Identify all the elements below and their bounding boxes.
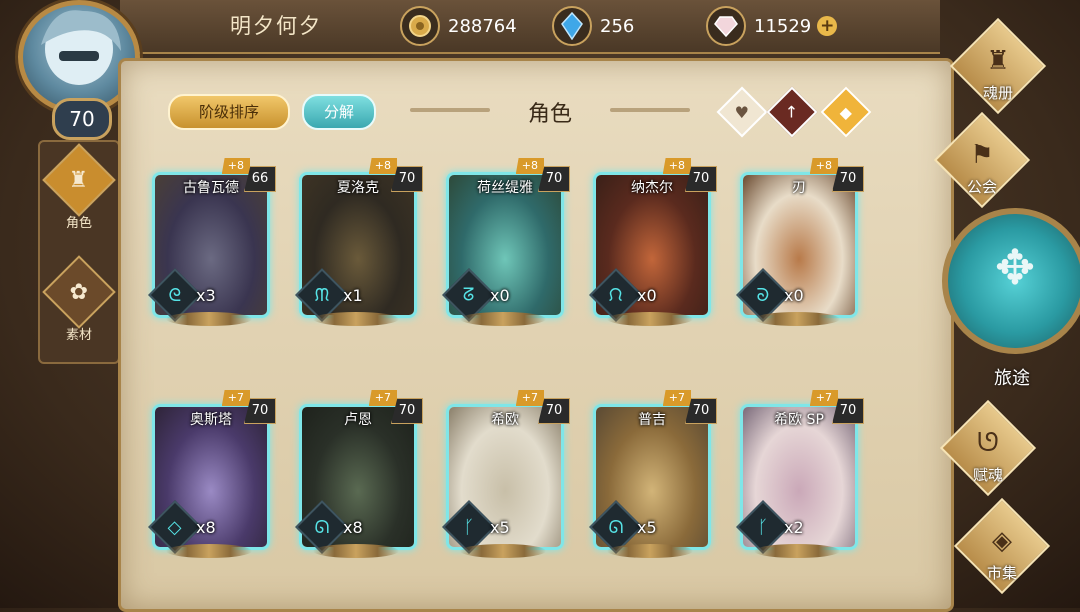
nav-soul-book-label: 魂册 [982,84,1013,102]
gold-resource[interactable]: 288764 [400,6,517,46]
soul-stone-count: x0 [490,286,510,305]
nav-journey[interactable]: ✥ 旅途 [934,198,1080,412]
panel-title: 角色 [527,102,572,127]
soul-stone-count: x8 [343,518,363,537]
title-ornament-right [610,108,690,112]
character-card[interactable]: 刃 +8 70 ᘐ x0 [736,158,864,328]
gold-amount: 288764 [448,15,517,37]
soul-stone-count: x1 [343,286,363,305]
character-card[interactable]: 希欧 SP +7 70 ᚴ x2 [736,390,864,560]
character-card[interactable]: 纳杰尔 +8 70 ᙁ x0 [589,158,717,328]
nav-market[interactable]: ◈ 市集 [953,497,1051,604]
character-card[interactable]: 荷丝缇雅 +8 70 ᘔ x0 [442,158,570,328]
laurel-ornament-icon [166,312,252,326]
tab-materials[interactable]: ✿ 素材 [40,255,118,366]
decompose-button[interactable]: 分解 [302,94,376,130]
enhance-bonus-badge: +8 [368,158,397,174]
owl-icon: ✿ [69,279,89,305]
enhance-bonus-badge: +7 [662,390,691,406]
helmet-icon: ♜ [69,167,89,193]
enhance-bonus-badge: +7 [515,390,544,406]
guild-icon: ⚑ [970,140,994,170]
soul-stone-count: x0 [637,286,657,305]
sort-by-rank-button[interactable]: 阶级排序 [168,94,290,130]
character-card[interactable]: 奥斯塔 +7 70 ◇ x8 [148,390,276,560]
character-card[interactable]: 卢恩 +7 70 ᘏ x8 [295,390,423,560]
character-card[interactable]: 夏洛克 +8 70 ᙏ x1 [295,158,423,328]
laurel-ornament-icon [460,312,546,326]
nav-guild-label: 公会 [966,178,997,196]
player-level-badge: 70 [52,98,112,140]
enhance-bonus-badge: +8 [809,158,838,174]
gem-resource[interactable]: 11529 + [706,6,838,46]
soul-stone-count: x8 [196,518,216,537]
add-gem-button[interactable]: + [817,16,838,36]
character-card[interactable]: 希欧 +7 70 ᚴ x5 [442,390,570,560]
soul-stone-count: x2 [784,518,804,537]
character-card[interactable]: 古鲁瓦德 +8 66 ᘓ x3 [148,158,276,328]
swirl-icon: ᘎ [977,428,999,458]
crystal-amount: 256 [600,15,635,37]
sword-icon: ↑ [785,102,799,122]
laurel-ornament-icon [166,544,252,558]
laurel-ornament-icon [754,312,840,326]
enhance-bonus-badge: +8 [662,158,691,174]
blue-crystal-icon [552,6,592,46]
enhance-bonus-badge: +7 [809,390,838,406]
soul-stone-count: x0 [784,286,804,305]
soul-stone-count: x3 [196,286,216,305]
nav-journey-label: 旅途 [994,368,1030,389]
laurel-ornament-icon [460,544,546,558]
laurel-ornament-icon [313,544,399,558]
nav-soul-book[interactable]: ♜ 魂册 [949,17,1047,124]
character-card[interactable]: 普吉 +7 70 ᘏ x5 [589,390,717,560]
soul-stone-count: x5 [490,518,510,537]
nav-soul-infuse[interactable]: ᘎ 赋魂 [939,399,1037,506]
gem-amount: 11529 [754,15,812,37]
nav-market-label: 市集 [986,564,1017,582]
enhance-bonus-badge: +8 [515,158,544,174]
left-tab-column: ♜ 角色 ✿ 素材 [38,140,120,364]
laurel-ornament-icon [313,312,399,326]
enhance-bonus-badge: +8 [221,158,250,174]
laurel-ornament-icon [754,544,840,558]
helmet-icon: ♜ [986,46,1010,76]
enhance-bonus-badge: +7 [221,390,250,406]
pink-gem-icon [706,6,746,46]
enhance-bonus-badge: +7 [368,390,397,406]
tab-characters[interactable]: ♜ 角色 [40,143,118,254]
laurel-ornament-icon [607,544,693,558]
nav-soul-infuse-label: 赋魂 [972,466,1003,484]
gem-icon: ◈ [992,526,1012,556]
laurel-ornament-icon [607,312,693,326]
heart-icon: ♥ [734,102,750,122]
crystal-resource[interactable]: 256 [552,6,635,46]
soul-stone-count: x5 [637,518,657,537]
shield-icon: ◆ [839,102,853,122]
gold-coin-icon [400,6,440,46]
title-ornament-left [410,108,490,112]
player-name: 明夕何夕 [230,14,322,38]
compass-icon: ✥ [994,240,1036,296]
